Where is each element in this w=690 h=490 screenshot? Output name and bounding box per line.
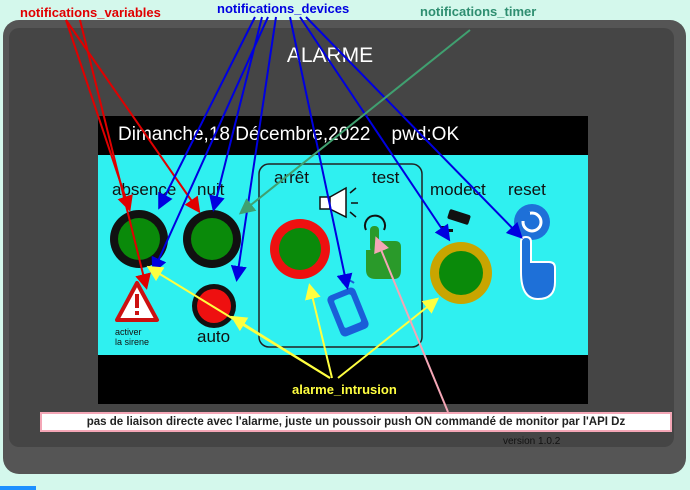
camera-icon bbox=[441, 209, 471, 236]
timer-label: notifications_timer bbox=[420, 4, 537, 19]
bottom-accent-bar bbox=[0, 486, 36, 490]
note-box: pas de liaison directe avec l'alarme, ju… bbox=[40, 412, 672, 432]
reset-press-icon[interactable] bbox=[520, 235, 556, 301]
version-label: version 1.0.2 bbox=[503, 436, 561, 447]
modect-button[interactable] bbox=[430, 242, 492, 304]
devices-label: notifications_devices bbox=[217, 1, 350, 16]
test-press-icon[interactable] bbox=[364, 214, 401, 279]
phone-icon bbox=[327, 279, 369, 337]
warning-icon[interactable] bbox=[115, 281, 159, 322]
variables-label: notifications_variables bbox=[20, 5, 161, 20]
megaphone-icon bbox=[319, 186, 358, 219]
intrusion-label: alarme_intrusion bbox=[292, 382, 397, 397]
nuit-button[interactable] bbox=[183, 210, 241, 268]
timer-arrow bbox=[238, 29, 471, 215]
intrusion-arrows bbox=[146, 265, 440, 379]
arret-button[interactable] bbox=[270, 219, 330, 279]
